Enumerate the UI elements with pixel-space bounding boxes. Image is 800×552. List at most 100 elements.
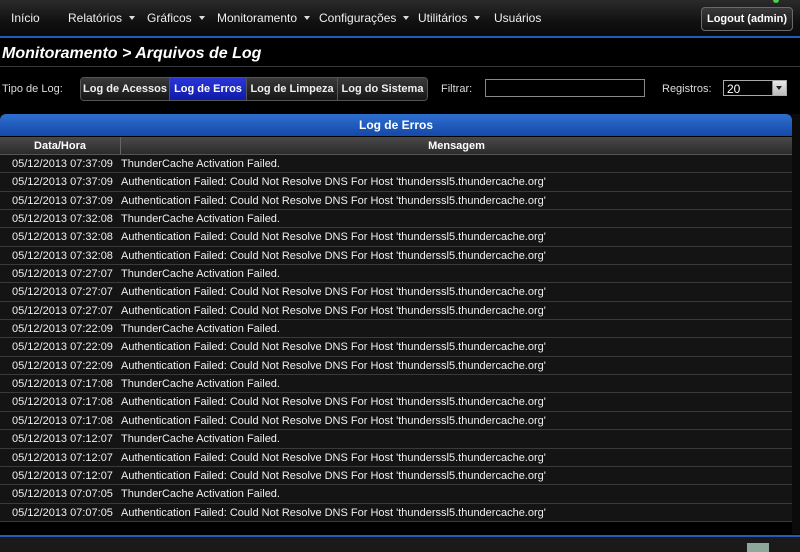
- caret-down-icon: [304, 15, 311, 20]
- nav-item-label: Gráficos: [147, 11, 192, 25]
- row-message: Authentication Failed: Could Not Resolve…: [121, 176, 546, 189]
- row-message: ThunderCache Activation Failed.: [121, 488, 280, 501]
- row-datetime: 05/12/2013 07:27:07: [12, 304, 113, 317]
- nav-item-label: Usuários: [494, 11, 542, 25]
- records-select[interactable]: 20: [723, 80, 787, 96]
- nav-item-inicio[interactable]: Início: [11, 11, 40, 25]
- caret-down-icon: [198, 15, 205, 20]
- table-row: 05/12/2013 07:22:09 ThunderCache Activati…: [0, 320, 792, 339]
- nav-item-relatorios[interactable]: Relatórios: [68, 11, 136, 25]
- table-row: 05/12/2013 07:37:09 Authentication Failed…: [0, 173, 792, 192]
- logout-button[interactable]: Logout (admin): [701, 7, 793, 31]
- row-message: ThunderCache Activation Failed.: [121, 433, 280, 446]
- records-label: Registros:: [662, 83, 712, 95]
- top-nav-bar: Início Relatórios Gráficos Monitoramento…: [0, 0, 800, 38]
- row-datetime: 05/12/2013 07:37:09: [12, 176, 113, 189]
- row-datetime: 05/12/2013 07:37:09: [12, 158, 113, 170]
- row-datetime: 05/12/2013 07:12:07: [12, 451, 113, 464]
- log-type-selector: Log de Acessos Log de Erros Log de Limpe…: [80, 77, 428, 101]
- table-row: 05/12/2013 07:32:08 ThunderCache Activati…: [0, 210, 792, 229]
- row-datetime: 05/12/2013 07:17:08: [12, 414, 113, 427]
- table-row: 05/12/2013 07:12:07 Authentication Failed…: [0, 448, 792, 467]
- row-datetime: 05/12/2013 07:32:08: [12, 249, 113, 262]
- panel-title: Log de Erros: [0, 114, 792, 136]
- nav-item-label: Monitoramento: [217, 11, 298, 25]
- table-row: 05/12/2013 07:07:05 Authentication Failed…: [0, 503, 792, 522]
- row-datetime: 05/12/2013 07:27:07: [12, 268, 113, 281]
- table-row: 05/12/2013 07:12:07 Authentication Failed…: [0, 466, 792, 486]
- filter-label: Filtrar:: [441, 83, 473, 95]
- log-table-body: 05/12/2013 07:37:09 ThunderCache Activati…: [0, 155, 792, 522]
- vertical-scrollbar[interactable]: [792, 114, 800, 534]
- table-row: 05/12/2013 07:37:09 ThunderCache Activati…: [0, 155, 792, 174]
- row-datetime: 05/12/2013 07:32:08: [12, 213, 113, 226]
- nav-item-configuracoes[interactable]: Configurações: [319, 11, 410, 25]
- row-message: ThunderCache Activation Failed.: [121, 158, 280, 170]
- table-header: Data/Hora Mensagem: [0, 137, 792, 155]
- row-message: Authentication Failed: Could Not Resolve…: [121, 469, 546, 482]
- nav-item-monitoramento[interactable]: Monitoramento: [217, 11, 311, 25]
- caret-down-icon: [403, 15, 410, 20]
- nav-item-label: Configurações: [319, 11, 397, 25]
- table-row: 05/12/2013 07:17:08 Authentication Failed…: [0, 411, 792, 431]
- row-datetime: 05/12/2013 07:37:09: [12, 194, 113, 207]
- row-message: Authentication Failed: Could Not Resolve…: [121, 194, 546, 207]
- row-message: ThunderCache Activation Failed.: [121, 378, 280, 391]
- row-datetime: 05/12/2013 07:17:08: [12, 378, 113, 391]
- row-message: Authentication Failed: Could Not Resolve…: [121, 286, 546, 299]
- row-datetime: 05/12/2013 07:22:09: [12, 359, 113, 372]
- status-indicator: [773, 0, 779, 3]
- row-datetime: 05/12/2013 07:32:08: [12, 231, 113, 244]
- table-row: 05/12/2013 07:17:08 Authentication Failed…: [0, 393, 792, 412]
- nav-item-utilitarios[interactable]: Utilitários: [418, 11, 481, 25]
- row-message: ThunderCache Activation Failed.: [121, 213, 280, 226]
- filter-input[interactable]: [485, 79, 645, 97]
- nav-item-label: Utilitários: [418, 11, 468, 25]
- table-row: 05/12/2013 07:32:08 Authentication Failed…: [0, 246, 792, 266]
- row-datetime: 05/12/2013 07:22:09: [12, 323, 113, 336]
- table-row: 05/12/2013 07:12:07 ThunderCache Activati…: [0, 430, 792, 449]
- table-row: 05/12/2013 07:27:07 ThunderCache Activati…: [0, 265, 792, 284]
- table-row: 05/12/2013 07:37:09 Authentication Failed…: [0, 191, 792, 211]
- nav-item-usuarios[interactable]: Usuários: [494, 11, 541, 25]
- row-datetime: 05/12/2013 07:22:09: [12, 341, 113, 354]
- column-header-message[interactable]: Mensagem: [121, 137, 792, 154]
- row-message: Authentication Failed: Could Not Resolve…: [121, 451, 546, 464]
- caret-down-icon: [474, 15, 481, 20]
- footer-bar: [0, 537, 800, 552]
- row-datetime: 05/12/2013 07:12:07: [12, 469, 113, 482]
- row-message: Authentication Failed: Could Not Resolve…: [121, 359, 546, 372]
- table-row: 05/12/2013 07:17:08 ThunderCache Activati…: [0, 375, 792, 394]
- row-message: Authentication Failed: Could Not Resolve…: [121, 414, 546, 427]
- log-type-button-limpeza[interactable]: Log de Limpeza: [247, 78, 338, 100]
- table-row: 05/12/2013 07:22:09 Authentication Failed…: [0, 338, 792, 357]
- table-row: 05/12/2013 07:07:05 ThunderCache Activati…: [0, 485, 792, 504]
- log-type-button-sistema[interactable]: Log do Sistema: [338, 78, 427, 100]
- row-message: ThunderCache Activation Failed.: [121, 268, 280, 281]
- row-message: Authentication Failed: Could Not Resolve…: [121, 249, 546, 262]
- row-datetime: 05/12/2013 07:27:07: [12, 286, 113, 299]
- footer-badge: [747, 543, 769, 552]
- row-datetime: 05/12/2013 07:12:07: [12, 433, 113, 446]
- column-header-date[interactable]: Data/Hora: [0, 137, 121, 154]
- row-message: Authentication Failed: Could Not Resolve…: [121, 341, 546, 354]
- nav-item-label: Relatórios: [68, 11, 123, 25]
- log-type-label: Tipo de Log:: [2, 83, 63, 95]
- chevron-down-icon[interactable]: [772, 81, 786, 95]
- row-message: Authentication Failed: Could Not Resolve…: [121, 396, 546, 409]
- table-row: 05/12/2013 07:27:07 Authentication Failed…: [0, 283, 792, 302]
- row-datetime: 05/12/2013 07:07:05: [12, 488, 113, 501]
- row-message: Authentication Failed: Could Not Resolve…: [121, 304, 546, 317]
- row-message: Authentication Failed: Could Not Resolve…: [121, 231, 546, 244]
- log-type-button-acessos[interactable]: Log de Acessos: [81, 78, 170, 100]
- table-row: 05/12/2013 07:27:07 Authentication Failed…: [0, 301, 792, 321]
- log-type-button-erros[interactable]: Log de Erros: [170, 78, 247, 100]
- table-row: 05/12/2013 07:32:08 Authentication Failed…: [0, 228, 792, 247]
- page-title: Monitoramento > Arquivos de Log: [2, 45, 262, 62]
- row-message: ThunderCache Activation Failed.: [121, 323, 280, 336]
- records-value: 20: [727, 82, 741, 96]
- row-datetime: 05/12/2013 07:07:05: [12, 506, 113, 519]
- table-row: 05/12/2013 07:22:09 Authentication Failed…: [0, 356, 792, 376]
- title-divider: [0, 66, 800, 67]
- nav-item-graficos[interactable]: Gráficos: [147, 11, 205, 25]
